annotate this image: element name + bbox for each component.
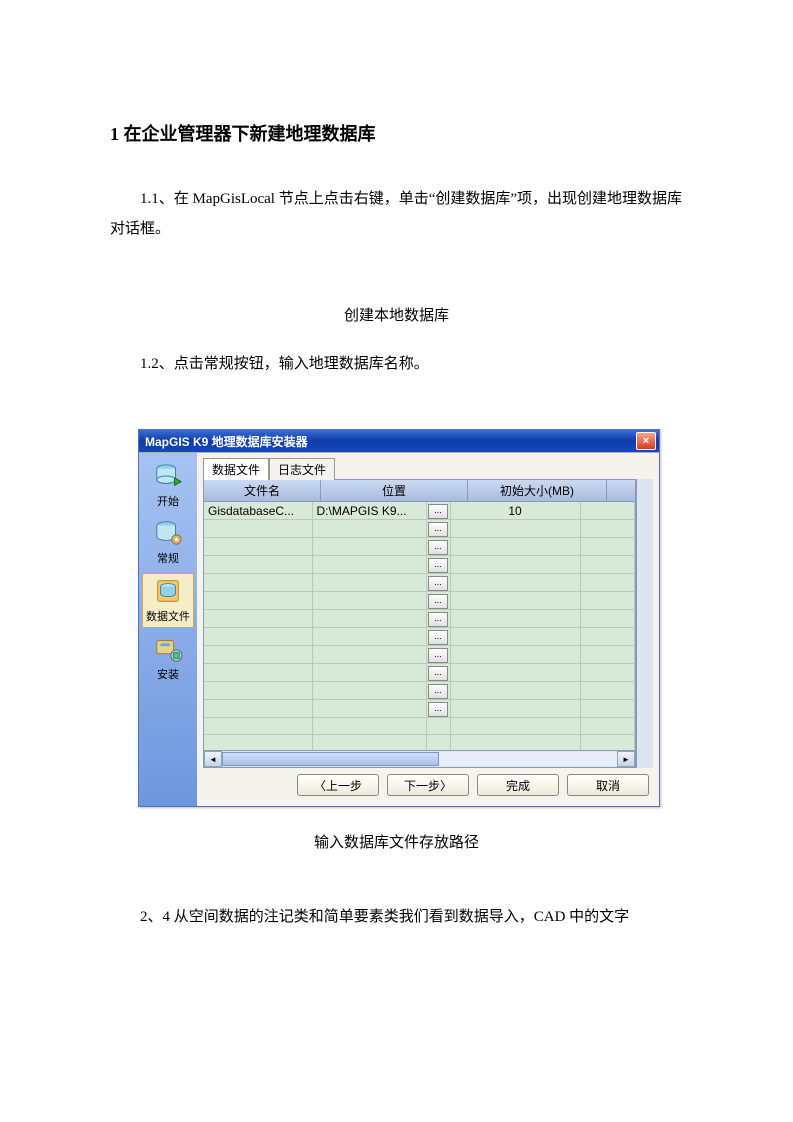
tab-log-file[interactable]: 日志文件 — [269, 458, 335, 480]
browse-button[interactable]: ... — [428, 630, 448, 645]
installer-dialog: MapGIS K9 地理数据库安装器 × 开始 常规 — [138, 429, 660, 807]
paragraph-1-2: 1.2、点击常规按钮，输入地理数据库名称。 — [110, 349, 683, 379]
browse-button[interactable]: ... — [428, 504, 448, 519]
tab-strip: 数据文件 日志文件 — [203, 457, 653, 479]
next-button[interactable]: 下一步〉 — [387, 774, 469, 796]
browse-button[interactable]: ... — [428, 666, 448, 681]
grid-header: 文件名 位置 初始大小(MB) — [203, 479, 636, 502]
install-icon — [152, 634, 184, 664]
col-location[interactable]: 位置 — [321, 480, 468, 501]
vertical-scrollbar[interactable] — [636, 479, 653, 768]
window-title: MapGIS K9 地理数据库安装器 — [145, 433, 636, 450]
sidebar-item-general[interactable]: 常规 — [143, 516, 193, 569]
sidebar-label-datafile: 数据文件 — [146, 611, 190, 623]
wizard-button-bar: 〈上一步 下一步〉 完成 取消 — [203, 768, 653, 800]
close-button[interactable]: × — [636, 432, 656, 450]
sidebar-item-datafile[interactable]: 数据文件 — [142, 573, 194, 628]
browse-button[interactable]: ... — [428, 702, 448, 717]
paragraph-1-1: 1.1、在 MapGisLocal 节点上点击右键，单击“创建数据库”项，出现创… — [110, 184, 683, 244]
browse-button[interactable]: ... — [428, 612, 448, 627]
cancel-button[interactable]: 取消 — [567, 774, 649, 796]
horizontal-scrollbar[interactable]: ◄ ► — [203, 751, 636, 768]
scroll-left-icon[interactable]: ◄ — [204, 751, 222, 767]
browse-button[interactable]: ... — [428, 684, 448, 699]
cell-filename[interactable]: GisdatabaseC... — [204, 502, 312, 520]
figure-caption-2: 输入数据库文件存放路径 — [110, 831, 683, 852]
table-row[interactable]: GisdatabaseC... D:\MAPGIS K9... ... 10 — [204, 502, 635, 520]
database-file-icon — [152, 576, 184, 606]
sidebar-label-install: 安装 — [157, 669, 179, 681]
browse-button[interactable]: ... — [428, 594, 448, 609]
browse-button[interactable]: ... — [428, 522, 448, 537]
browse-button[interactable]: ... — [428, 540, 448, 555]
tab-data-file[interactable]: 数据文件 — [203, 458, 269, 480]
title-bar[interactable]: MapGIS K9 地理数据库安装器 × — [139, 430, 659, 452]
scroll-thumb[interactable] — [222, 752, 439, 766]
paragraph-2-4: 2、4 从空间数据的注记类和简单要素类我们看到数据导入，CAD 中的文字 — [110, 902, 683, 932]
data-grid[interactable]: GisdatabaseC... D:\MAPGIS K9... ... 10 .… — [203, 502, 636, 751]
figure-caption-1: 创建本地数据库 — [110, 304, 683, 325]
wizard-sidebar: 开始 常规 数据文件 — [139, 453, 197, 806]
cell-location[interactable]: D:\MAPGIS K9... — [312, 502, 426, 520]
prev-button[interactable]: 〈上一步 — [297, 774, 379, 796]
section-heading: 1 在企业管理器下新建地理数据库 — [110, 120, 683, 146]
database-gear-icon — [152, 518, 184, 548]
browse-button[interactable]: ... — [428, 558, 448, 573]
sidebar-label-start: 开始 — [157, 496, 179, 508]
browse-button[interactable]: ... — [428, 648, 448, 663]
scroll-right-icon[interactable]: ► — [617, 751, 635, 767]
finish-button[interactable]: 完成 — [477, 774, 559, 796]
database-start-icon — [152, 461, 184, 491]
browse-button[interactable]: ... — [428, 576, 448, 591]
col-initsize[interactable]: 初始大小(MB) — [468, 480, 607, 501]
sidebar-item-install[interactable]: 安装 — [143, 632, 193, 685]
col-filename[interactable]: 文件名 — [204, 480, 321, 501]
cell-size[interactable]: 10 — [450, 502, 580, 520]
sidebar-label-general: 常规 — [157, 553, 179, 565]
sidebar-item-start[interactable]: 开始 — [143, 459, 193, 512]
